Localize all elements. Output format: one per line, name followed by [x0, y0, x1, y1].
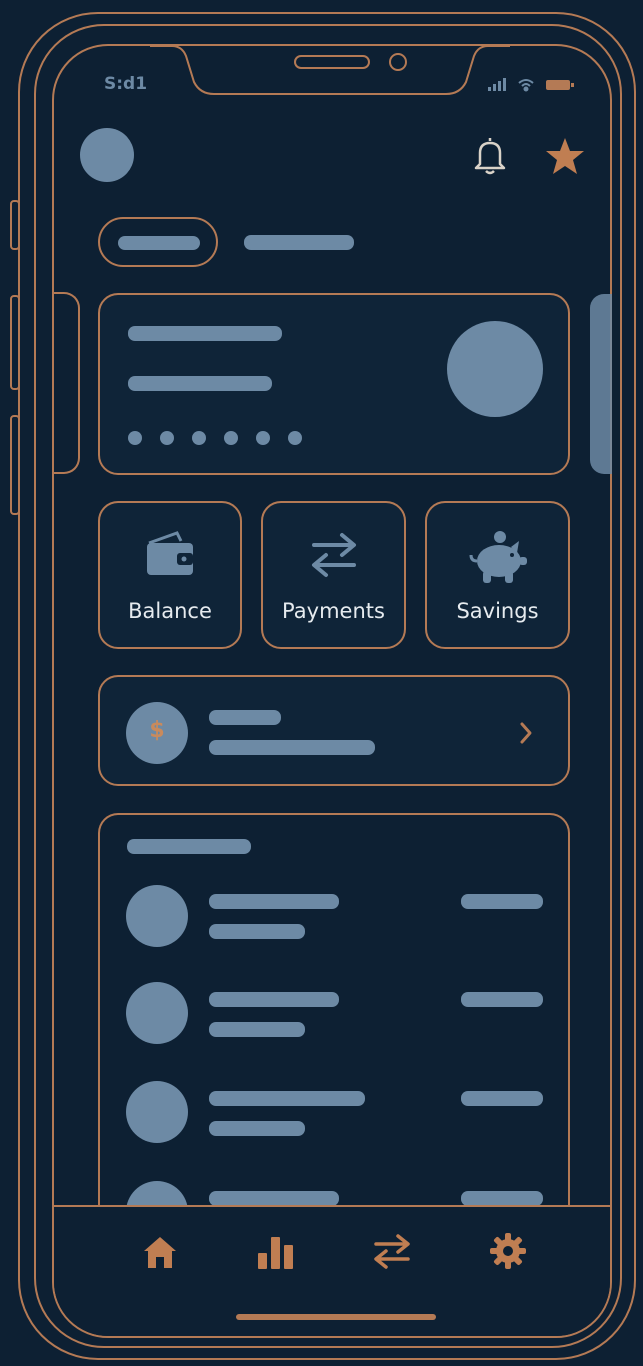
bell-icon[interactable]	[470, 134, 510, 176]
transaction-amount-placeholder	[461, 1191, 543, 1206]
transaction-date-placeholder	[209, 924, 305, 939]
transaction-name-placeholder	[209, 1191, 339, 1206]
savings-label: Savings	[456, 599, 539, 623]
transaction-date-placeholder	[209, 1022, 305, 1037]
transaction-name-placeholder	[209, 992, 339, 1007]
carousel-next-card[interactable]	[590, 294, 612, 474]
wallet-icon	[147, 531, 193, 575]
side-button-mute	[10, 200, 20, 250]
home-indicator[interactable]	[236, 1314, 436, 1320]
status-time: S:d1	[104, 74, 148, 94]
payments-button[interactable]: Payments	[261, 501, 406, 649]
transaction-avatar	[126, 885, 188, 947]
transactions-card	[98, 813, 570, 1243]
transaction-name-placeholder	[209, 894, 339, 909]
tab-inactive[interactable]	[244, 235, 354, 250]
notch	[150, 45, 510, 95]
coin-symbol: $	[149, 718, 165, 743]
tab-active-label-placeholder	[118, 236, 200, 250]
side-button-volume-up	[10, 295, 20, 390]
account-card-line-1	[128, 326, 282, 341]
balance-button[interactable]: Balance	[98, 501, 242, 649]
transaction-date-placeholder	[209, 1121, 305, 1136]
status-icons	[488, 78, 574, 92]
bar-chart-icon[interactable]	[254, 1231, 300, 1271]
chevron-right-icon	[520, 722, 532, 744]
transfer-arrows-icon	[311, 533, 356, 577]
promo-subtitle-placeholder	[209, 740, 375, 755]
gear-icon[interactable]	[488, 1231, 528, 1271]
promo-title-placeholder	[209, 710, 281, 725]
piggy-bank-icon	[469, 531, 527, 583]
account-card-dot	[128, 431, 142, 445]
account-card-dot	[224, 431, 238, 445]
transaction-amount-placeholder	[461, 1091, 543, 1106]
tab-active[interactable]	[98, 217, 218, 267]
savings-button[interactable]: Savings	[425, 501, 570, 649]
star-icon[interactable]	[544, 136, 586, 176]
transactions-title-placeholder	[127, 839, 251, 854]
balance-label: Balance	[128, 599, 212, 623]
avatar[interactable]	[80, 128, 134, 182]
account-card-line-2	[128, 376, 272, 391]
transfer-arrows-icon[interactable]	[370, 1231, 414, 1271]
account-card-dot	[192, 431, 206, 445]
account-card-dot	[288, 431, 302, 445]
signal-icon	[488, 78, 506, 91]
transaction-avatar	[126, 982, 188, 1044]
transaction-name-placeholder	[209, 1091, 365, 1106]
payments-label: Payments	[282, 599, 385, 623]
transaction-avatar	[126, 1081, 188, 1143]
account-card-dot	[256, 431, 270, 445]
side-button-volume-down	[10, 415, 20, 515]
account-card-dot	[160, 431, 174, 445]
battery-icon	[546, 80, 574, 90]
coin-icon: $	[126, 702, 188, 764]
bottom-nav	[54, 1205, 610, 1336]
home-icon[interactable]	[140, 1233, 180, 1271]
account-card-logo	[447, 321, 543, 417]
account-card[interactable]	[98, 293, 570, 475]
carousel-prev-card[interactable]	[54, 292, 80, 474]
transaction-amount-placeholder	[461, 992, 543, 1007]
promo-row[interactable]: $	[98, 675, 570, 786]
wifi-icon	[518, 79, 534, 92]
transaction-amount-placeholder	[461, 894, 543, 909]
